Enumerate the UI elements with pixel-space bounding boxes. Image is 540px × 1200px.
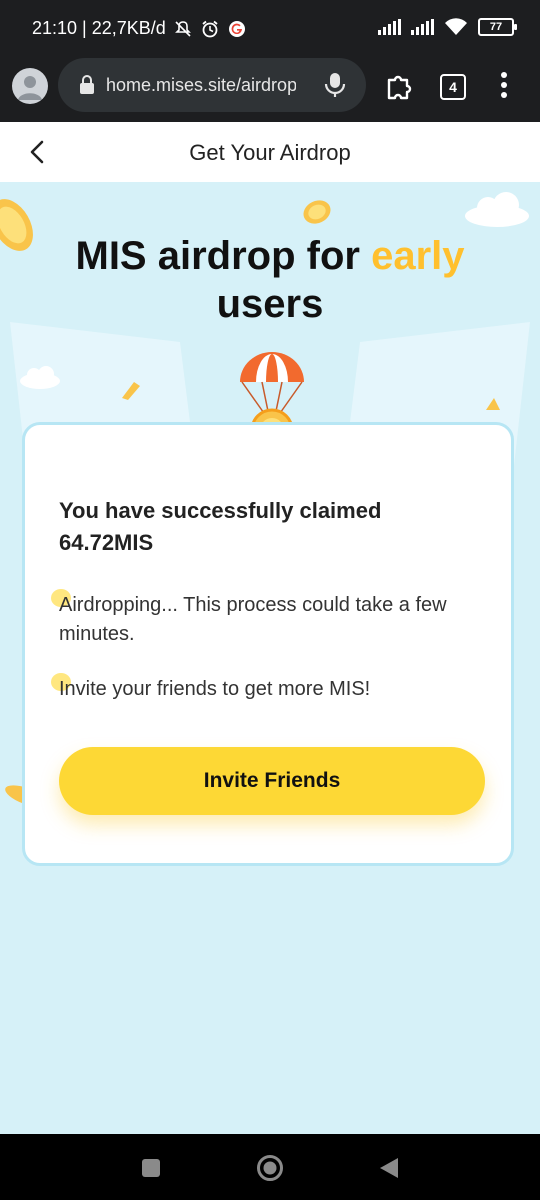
hero-title: MIS airdrop for early users <box>0 232 540 328</box>
system-nav-bar <box>0 1134 540 1200</box>
airdrop-main: MIS airdrop for early users You have suc… <box>0 182 540 1134</box>
browser-toolbar: home.mises.site/airdrop 4 <box>0 56 540 122</box>
address-bar[interactable]: home.mises.site/airdrop <box>58 58 366 112</box>
microphone-icon[interactable] <box>324 72 346 98</box>
cloud-decoration-icon <box>465 192 529 227</box>
hero-title-part1: MIS airdrop for <box>75 234 372 278</box>
status-right: 77 <box>378 18 517 36</box>
avatar[interactable] <box>12 68 48 104</box>
signal-icon <box>378 19 401 35</box>
confetti-decoration-icon <box>486 398 500 410</box>
wifi-icon <box>445 18 467 35</box>
extensions-icon[interactable] <box>384 70 416 102</box>
status-bar: 21:10 | 22,7KB/d 77 <box>0 0 540 56</box>
hero-title-part2: users <box>216 282 324 326</box>
coin-decoration-icon <box>303 200 331 224</box>
status-time-speed: 21:10 | 22,7KB/d <box>32 18 166 38</box>
url-text: home.mises.site/airdrop <box>106 75 296 95</box>
recent-apps-icon[interactable] <box>141 1158 161 1178</box>
google-icon <box>228 20 245 37</box>
tabs-button[interactable]: 4 <box>440 74 466 100</box>
signal-icon-2 <box>411 19 434 35</box>
back-nav-icon[interactable] <box>378 1156 400 1180</box>
cloud-decoration-icon <box>20 366 60 389</box>
hero-title-accent: early <box>371 234 465 278</box>
battery-icon: 77 <box>478 18 517 36</box>
lock-icon <box>80 75 94 94</box>
claim-card: You have successfully claimed 64.72MIS A… <box>22 422 514 866</box>
home-icon[interactable] <box>256 1154 284 1182</box>
confetti-decoration-icon <box>122 382 140 400</box>
more-menu-icon[interactable] <box>498 71 510 99</box>
alarm-icon <box>202 20 218 37</box>
notification-off-icon <box>174 20 191 37</box>
page-header: Get Your Airdrop <box>0 122 540 182</box>
page-title: Get Your Airdrop <box>189 140 351 165</box>
airdropping-status-text: Airdropping... This process could take a… <box>59 594 447 645</box>
status-left: 21:10 | 22,7KB/d <box>32 18 246 39</box>
invite-info-text: Invite your friends to get more MIS! <box>59 678 371 700</box>
user-icon <box>18 76 42 100</box>
claimed-amount-text: You have successfully claimed 64.72MIS <box>59 498 382 555</box>
invite-friends-button[interactable]: Invite Friends <box>59 747 485 815</box>
